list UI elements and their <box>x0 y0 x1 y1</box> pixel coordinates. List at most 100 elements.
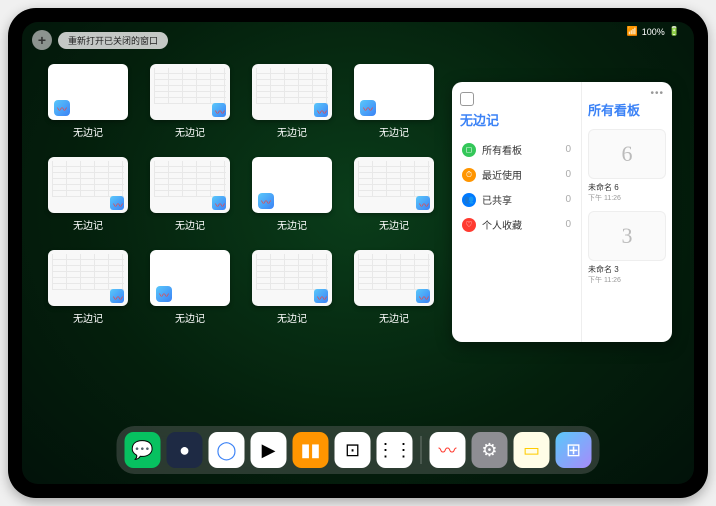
window-label: 无边记 <box>175 310 205 325</box>
freeform-app-icon <box>110 289 124 303</box>
window-preview <box>354 64 434 120</box>
window-label: 无边记 <box>277 310 307 325</box>
window-thumbnail[interactable]: 无边记 <box>252 64 332 139</box>
window-thumbnail[interactable]: 无边记 <box>354 250 434 325</box>
freeform-app-icon <box>360 100 376 116</box>
freeform-app-icon <box>416 289 430 303</box>
board-time: 下午 11:26 <box>588 193 666 203</box>
category-count: 0 <box>565 219 571 230</box>
window-thumbnail[interactable]: 无边记 <box>48 64 128 139</box>
dock-app-dice[interactable]: ⊡ <box>335 432 371 468</box>
category-label: 所有看板 <box>482 142 559 157</box>
window-label: 无边记 <box>73 310 103 325</box>
category-item[interactable]: ◻ 所有看板 0 <box>460 137 573 162</box>
window-preview <box>354 250 434 306</box>
new-window-button[interactable]: + <box>32 30 52 50</box>
dock-separator <box>421 436 422 464</box>
dock-app-dots[interactable]: ⋮⋮ <box>377 432 413 468</box>
dock-app-quark[interactable]: ● <box>167 432 203 468</box>
category-label: 已共享 <box>482 192 559 207</box>
category-count: 0 <box>565 169 571 180</box>
window-label: 无边记 <box>175 124 205 139</box>
panel-title-right: 所有看板 <box>588 100 666 119</box>
category-item[interactable]: 👥 已共享 0 <box>460 187 573 212</box>
top-bar: + 重新打开已关闭的窗口 <box>32 30 168 50</box>
reopen-closed-button[interactable]: 重新打开已关闭的窗口 <box>58 32 168 49</box>
board-card[interactable]: 6 未命名 6下午 11:26 <box>588 129 666 203</box>
window-label: 无边记 <box>379 124 409 139</box>
screen: 📶 100% 🔋 + 重新打开已关闭的窗口 无边记无边记无边记无边记无边记无边记… <box>22 22 694 484</box>
board-name: 未命名 3 <box>588 264 666 275</box>
dock-app-freeform[interactable]: 〰 <box>430 432 466 468</box>
ipad-frame: 📶 100% 🔋 + 重新打开已关闭的窗口 无边记无边记无边记无边记无边记无边记… <box>8 8 708 498</box>
window-label: 无边记 <box>175 217 205 232</box>
freeform-app-icon <box>314 289 328 303</box>
window-label: 无边记 <box>379 217 409 232</box>
category-icon: ⏱ <box>462 168 476 182</box>
freeform-app-icon <box>110 196 124 210</box>
window-preview <box>252 64 332 120</box>
category-icon: ♡ <box>462 218 476 232</box>
window-preview <box>150 250 230 306</box>
category-count: 0 <box>565 194 571 205</box>
window-label: 无边记 <box>379 310 409 325</box>
board-card[interactable]: 3 未命名 3下午 11:26 <box>588 211 666 285</box>
dock-app-play[interactable]: ▶ <box>251 432 287 468</box>
dock-app-recent[interactable]: ⊞ <box>556 432 592 468</box>
window-grid: 无边记无边记无边记无边记无边记无边记无边记无边记无边记无边记无边记无边记 <box>48 64 434 325</box>
window-preview <box>252 157 332 213</box>
window-label: 无边记 <box>73 217 103 232</box>
window-label: 无边记 <box>277 124 307 139</box>
dock-app-books[interactable]: ▮▮ <box>293 432 329 468</box>
freeform-app-icon <box>416 196 430 210</box>
window-thumbnail[interactable]: 无边记 <box>48 250 128 325</box>
window-preview <box>150 64 230 120</box>
board-thumbnail: 3 <box>588 211 666 261</box>
window-thumbnail[interactable]: 无边记 <box>150 64 230 139</box>
panel-content: 所有看板 6未命名 6下午 11:263未命名 3下午 11:26 <box>582 82 672 342</box>
window-thumbnail[interactable]: 无边记 <box>150 250 230 325</box>
board-thumbnail: 6 <box>588 129 666 179</box>
dock-app-wechat[interactable]: 💬 <box>125 432 161 468</box>
window-thumbnail[interactable]: 无边记 <box>252 250 332 325</box>
window-thumbnail[interactable]: 无边记 <box>354 64 434 139</box>
category-item[interactable]: ⏱ 最近使用 0 <box>460 162 573 187</box>
freeform-app-icon <box>314 103 328 117</box>
detail-panel: ••• 无边记 ◻ 所有看板 0 ⏱ 最近使用 0 👥 已共享 0 ♡ 个人收藏 0 所有看板 6 未命… <box>452 82 672 342</box>
wifi-icon: 📶 <box>627 26 638 37</box>
battery-text: 100% <box>642 27 665 37</box>
panel-sidebar: 无边记 ◻ 所有看板 0 ⏱ 最近使用 0 👥 已共享 0 ♡ 个人收藏 0 <box>452 82 582 342</box>
freeform-app-icon <box>212 196 226 210</box>
freeform-app-icon <box>156 286 172 302</box>
window-thumbnail[interactable]: 无边记 <box>48 157 128 232</box>
category-label: 最近使用 <box>482 167 559 182</box>
window-preview <box>48 157 128 213</box>
more-icon[interactable]: ••• <box>650 88 664 99</box>
sidebar-toggle-icon[interactable] <box>460 92 474 106</box>
category-label: 个人收藏 <box>482 217 559 232</box>
freeform-app-icon <box>258 193 274 209</box>
category-icon: 👥 <box>462 193 476 207</box>
board-time: 下午 11:26 <box>588 275 666 285</box>
window-thumbnail[interactable]: 无边记 <box>252 157 332 232</box>
battery-icon: 🔋 <box>669 26 680 37</box>
dock-app-notes[interactable]: ▭ <box>514 432 550 468</box>
window-label: 无边记 <box>277 217 307 232</box>
board-name: 未命名 6 <box>588 182 666 193</box>
dock-app-settings[interactable]: ⚙ <box>472 432 508 468</box>
window-thumbnail[interactable]: 无边记 <box>150 157 230 232</box>
freeform-app-icon <box>212 103 226 117</box>
status-bar: 📶 100% 🔋 <box>627 26 680 37</box>
dock-app-browser[interactable]: ◯ <box>209 432 245 468</box>
dock: 💬●◯▶▮▮⊡⋮⋮ 〰⚙▭⊞ <box>117 426 600 474</box>
window-preview <box>48 64 128 120</box>
window-label: 无边记 <box>73 124 103 139</box>
panel-title-left: 无边记 <box>460 110 573 129</box>
category-icon: ◻ <box>462 143 476 157</box>
window-thumbnail[interactable]: 无边记 <box>354 157 434 232</box>
category-count: 0 <box>565 144 571 155</box>
window-preview <box>252 250 332 306</box>
window-preview <box>354 157 434 213</box>
freeform-app-icon <box>54 100 70 116</box>
category-item[interactable]: ♡ 个人收藏 0 <box>460 212 573 237</box>
